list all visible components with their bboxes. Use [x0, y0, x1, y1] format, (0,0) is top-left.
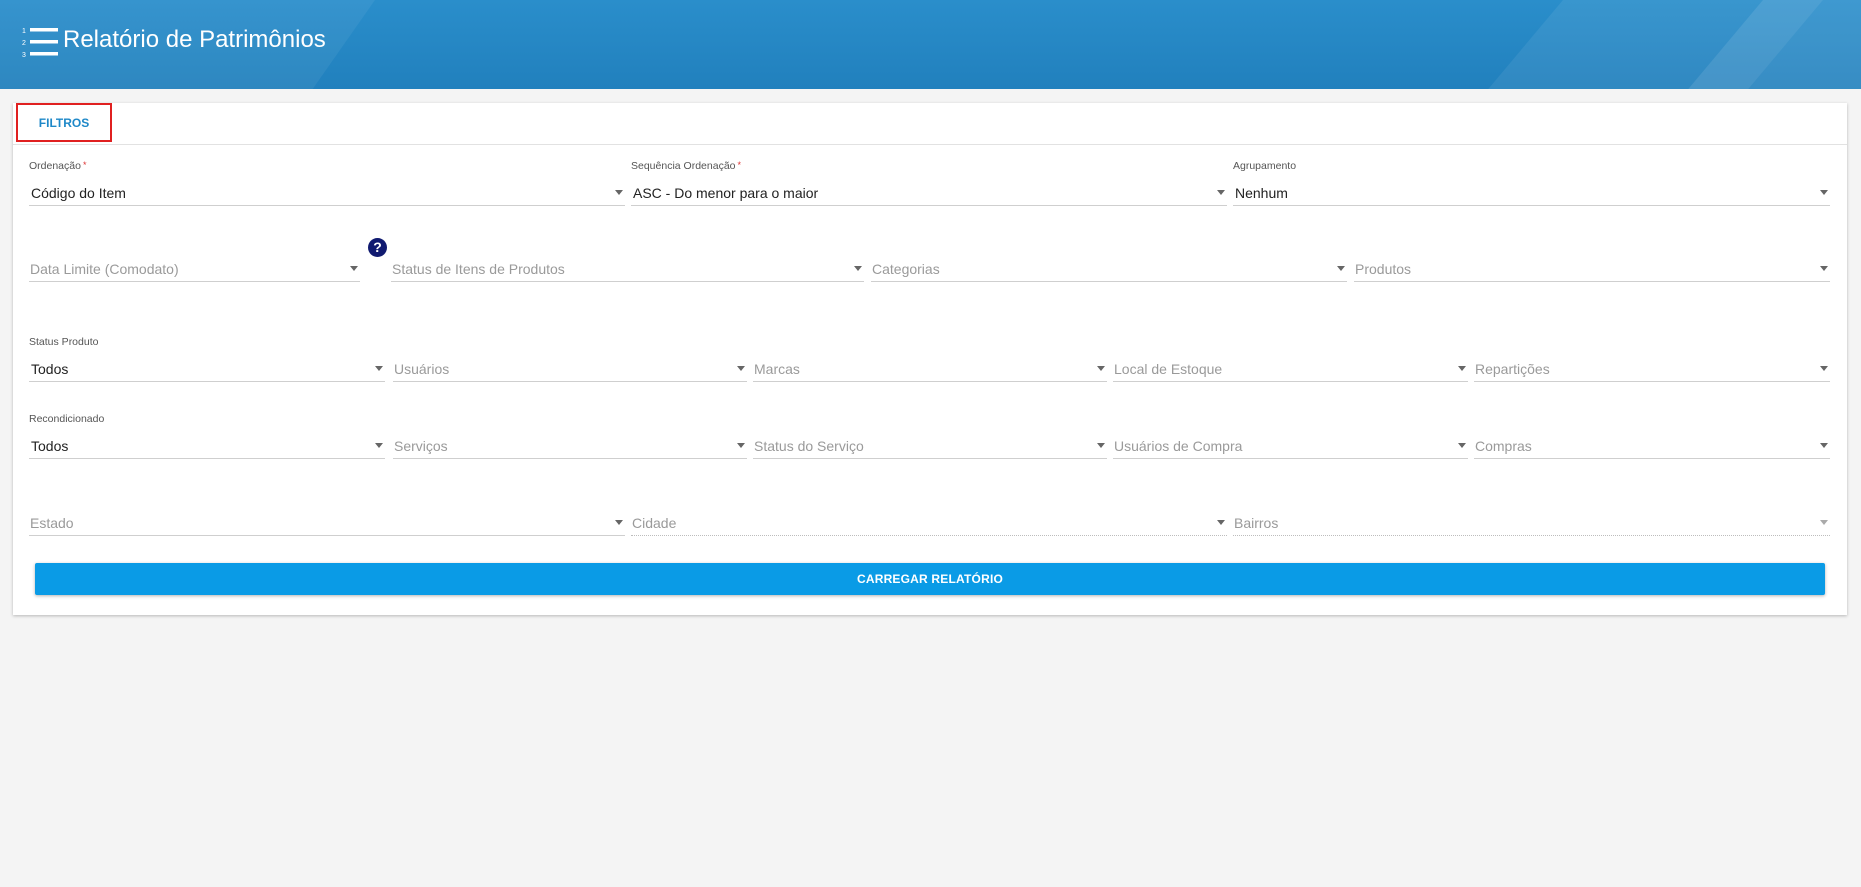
- svg-text:1: 1: [22, 28, 26, 35]
- caret-down-icon: [1820, 520, 1828, 525]
- ordenacao-select[interactable]: Ordenação * Código do Item: [29, 160, 625, 206]
- cidade-select[interactable]: Cidade: [631, 500, 1227, 536]
- caret-down-icon: [615, 520, 623, 525]
- reparticoes-select[interactable]: Repartições: [1474, 346, 1830, 382]
- status-itens-produtos-select[interactable]: Status de Itens de Produtos: [391, 246, 864, 282]
- agrupamento-select[interactable]: Agrupamento Nenhum: [1233, 160, 1830, 206]
- caret-down-icon: [1337, 266, 1345, 271]
- data-limite-comodato-select[interactable]: Data Limite (Comodato): [29, 246, 360, 282]
- caret-down-icon: [1820, 190, 1828, 195]
- caret-down-icon: [737, 443, 745, 448]
- estado-select[interactable]: Estado: [29, 500, 625, 536]
- caret-down-icon: [1458, 443, 1466, 448]
- caret-down-icon: [854, 266, 862, 271]
- numbered-list-icon: 1 2 3: [22, 28, 58, 58]
- sequencia-ordenacao-label: Sequência Ordenação *: [631, 160, 742, 172]
- tab-bar: FILTROS: [13, 103, 1847, 145]
- marcas-select[interactable]: Marcas: [753, 346, 1107, 382]
- bairros-select[interactable]: Bairros: [1233, 500, 1830, 536]
- produtos-select[interactable]: Produtos: [1354, 246, 1830, 282]
- status-produto-value: Todos: [31, 361, 69, 377]
- tab-filtros[interactable]: FILTROS: [16, 103, 112, 142]
- status-servico-select[interactable]: Status do Serviço: [753, 423, 1107, 459]
- app-header: 1 2 3 Relatório de Patrimônios: [0, 0, 1861, 89]
- caret-down-icon: [1097, 366, 1105, 371]
- caret-down-icon: [615, 190, 623, 195]
- svg-text:2: 2: [22, 40, 26, 47]
- caret-down-icon: [1820, 366, 1828, 371]
- caret-down-icon: [1097, 443, 1105, 448]
- local-estoque-select[interactable]: Local de Estoque: [1113, 346, 1468, 382]
- page-title: Relatório de Patrimônios: [63, 26, 326, 53]
- usuarios-compra-select[interactable]: Usuários de Compra: [1113, 423, 1468, 459]
- status-produto-label: Status Produto: [29, 336, 99, 348]
- categorias-select[interactable]: Categorias: [871, 246, 1347, 282]
- recondicionado-value: Todos: [31, 438, 69, 454]
- agrupamento-label: Agrupamento: [1233, 160, 1297, 172]
- svg-text:3: 3: [22, 52, 26, 58]
- servicos-select[interactable]: Serviços: [393, 423, 747, 459]
- caret-down-icon: [1217, 520, 1225, 525]
- status-produto-select[interactable]: Status Produto Todos: [29, 336, 385, 382]
- caret-down-icon: [1820, 443, 1828, 448]
- compras-select[interactable]: Compras: [1474, 423, 1830, 459]
- caret-down-icon: [375, 366, 383, 371]
- caret-down-icon: [375, 443, 383, 448]
- ordenacao-value: Código do Item: [31, 185, 126, 201]
- caret-down-icon: [1217, 190, 1225, 195]
- caret-down-icon: [737, 366, 745, 371]
- agrupamento-value: Nenhum: [1235, 185, 1288, 201]
- help-icon[interactable]: ?: [368, 238, 387, 257]
- caret-down-icon: [1458, 366, 1466, 371]
- ordenacao-label: Ordenação *: [29, 160, 87, 172]
- usuarios-select[interactable]: Usuários: [393, 346, 747, 382]
- caret-down-icon: [1820, 266, 1828, 271]
- sequencia-ordenacao-select[interactable]: Sequência Ordenação * ASC - Do menor para…: [631, 160, 1227, 206]
- load-report-button[interactable]: CARREGAR RELATÓRIO: [35, 563, 1825, 595]
- recondicionado-label: Recondicionado: [29, 413, 105, 425]
- sequencia-ordenacao-value: ASC - Do menor para o maior: [633, 185, 819, 201]
- caret-down-icon: [350, 266, 358, 271]
- recondicionado-select[interactable]: Recondicionado Todos: [29, 413, 385, 459]
